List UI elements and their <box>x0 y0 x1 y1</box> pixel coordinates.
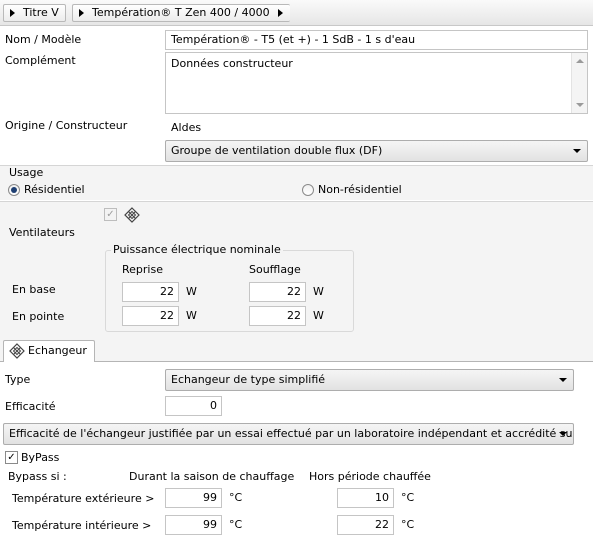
scroll-down-icon[interactable] <box>576 103 584 107</box>
exchanger-icon <box>124 207 140 223</box>
chevron-down-icon <box>559 432 567 436</box>
row-base-label: En base <box>12 283 56 296</box>
unit-label: W <box>186 285 197 298</box>
unit-label: W <box>313 309 324 322</box>
base-soufflage-input[interactable]: 22 <box>249 282 306 302</box>
disabled-checkbox: ✓ <box>104 208 117 221</box>
bypass-label[interactable]: ByPass <box>21 451 59 465</box>
celsius-label: °C <box>229 518 243 531</box>
breadcrumb-item-titre-v[interactable]: Titre V <box>3 4 66 22</box>
complement-text: Données constructeur <box>171 57 293 70</box>
efficiency-label: Efficacité <box>5 400 56 413</box>
complement-scrollbar[interactable] <box>571 53 587 113</box>
origin-label: Origine / Constructeur <box>5 119 128 132</box>
chevron-right-icon <box>79 9 84 17</box>
radio-non-residential[interactable] <box>302 184 314 196</box>
residential-label[interactable]: Résidentiel <box>24 183 85 197</box>
celsius-label: °C <box>229 491 243 504</box>
exchanger-type-value: Echangeur de type simplifié <box>171 373 326 386</box>
chevron-down-icon <box>559 378 567 382</box>
scroll-up-icon[interactable] <box>576 59 584 63</box>
system-type-value: Groupe de ventilation double flux (DF) <box>171 144 383 157</box>
power-group-title: Puissance électrique nominale <box>111 243 283 257</box>
unit-label: W <box>186 309 197 322</box>
justification-select[interactable]: Efficacité de l'échangeur justifiée par … <box>3 423 574 445</box>
complement-textarea[interactable]: Données constructeur <box>165 52 588 114</box>
bypass-checkbox[interactable]: ✓ <box>5 451 18 464</box>
celsius-label: °C <box>401 491 415 504</box>
usage-label: Usage <box>9 166 44 179</box>
int-temp-label: Température intérieure > <box>12 519 152 532</box>
origin-field[interactable]: Aldes <box>165 118 588 138</box>
exchanger-type-select[interactable]: Echangeur de type simplifié <box>165 369 574 391</box>
usage-panel <box>0 166 593 200</box>
int-off-input[interactable]: 22 <box>337 515 394 535</box>
base-reprise-input[interactable]: 22 <box>122 282 179 302</box>
bypass-if-label: Bypass si : <box>8 470 67 483</box>
ext-temp-label: Température extérieure > <box>12 492 155 505</box>
radio-residential[interactable] <box>8 184 20 196</box>
name-field[interactable]: Températion® - T5 (et +) - 1 SdB - 1 s d… <box>165 30 588 50</box>
efficiency-input[interactable]: 0 <box>165 396 222 416</box>
col-soufflage-label: Soufflage <box>249 263 301 276</box>
ext-off-input[interactable]: 10 <box>337 488 394 508</box>
int-heating-input[interactable]: 99 <box>165 515 222 535</box>
chevron-right-icon[interactable] <box>278 9 283 17</box>
col-heating-label: Durant la saison de chauffage <box>129 470 295 483</box>
justification-value: Efficacité de l'échangeur justifiée par … <box>9 427 574 440</box>
complement-label: Complément <box>5 54 76 67</box>
unit-label: W <box>313 285 324 298</box>
breadcrumb-item-temperation[interactable]: Températion® T Zen 400 / 4000 <box>72 4 290 22</box>
name-label: Nom / Modèle <box>5 33 82 46</box>
chevron-down-icon <box>573 149 581 153</box>
breadcrumb: Titre V Températion® T Zen 400 / 4000 <box>0 0 593 26</box>
type-label: Type <box>5 373 31 386</box>
non-residential-label[interactable]: Non-résidentiel <box>318 183 402 197</box>
ext-heating-input[interactable]: 99 <box>165 488 222 508</box>
row-pointe-label: En pointe <box>12 310 65 323</box>
tab-echangeur-label: Echangeur <box>28 344 87 357</box>
col-off-label: Hors période chauffée <box>309 470 431 483</box>
col-reprise-label: Reprise <box>122 263 163 276</box>
pointe-soufflage-input[interactable]: 22 <box>249 306 306 326</box>
ventilators-label: Ventilateurs <box>9 226 75 239</box>
pointe-reprise-input[interactable]: 22 <box>122 306 179 326</box>
celsius-label: °C <box>401 518 415 531</box>
chevron-right-icon <box>10 9 15 17</box>
exchanger-icon <box>9 343 25 359</box>
system-type-select[interactable]: Groupe de ventilation double flux (DF) <box>165 140 588 162</box>
